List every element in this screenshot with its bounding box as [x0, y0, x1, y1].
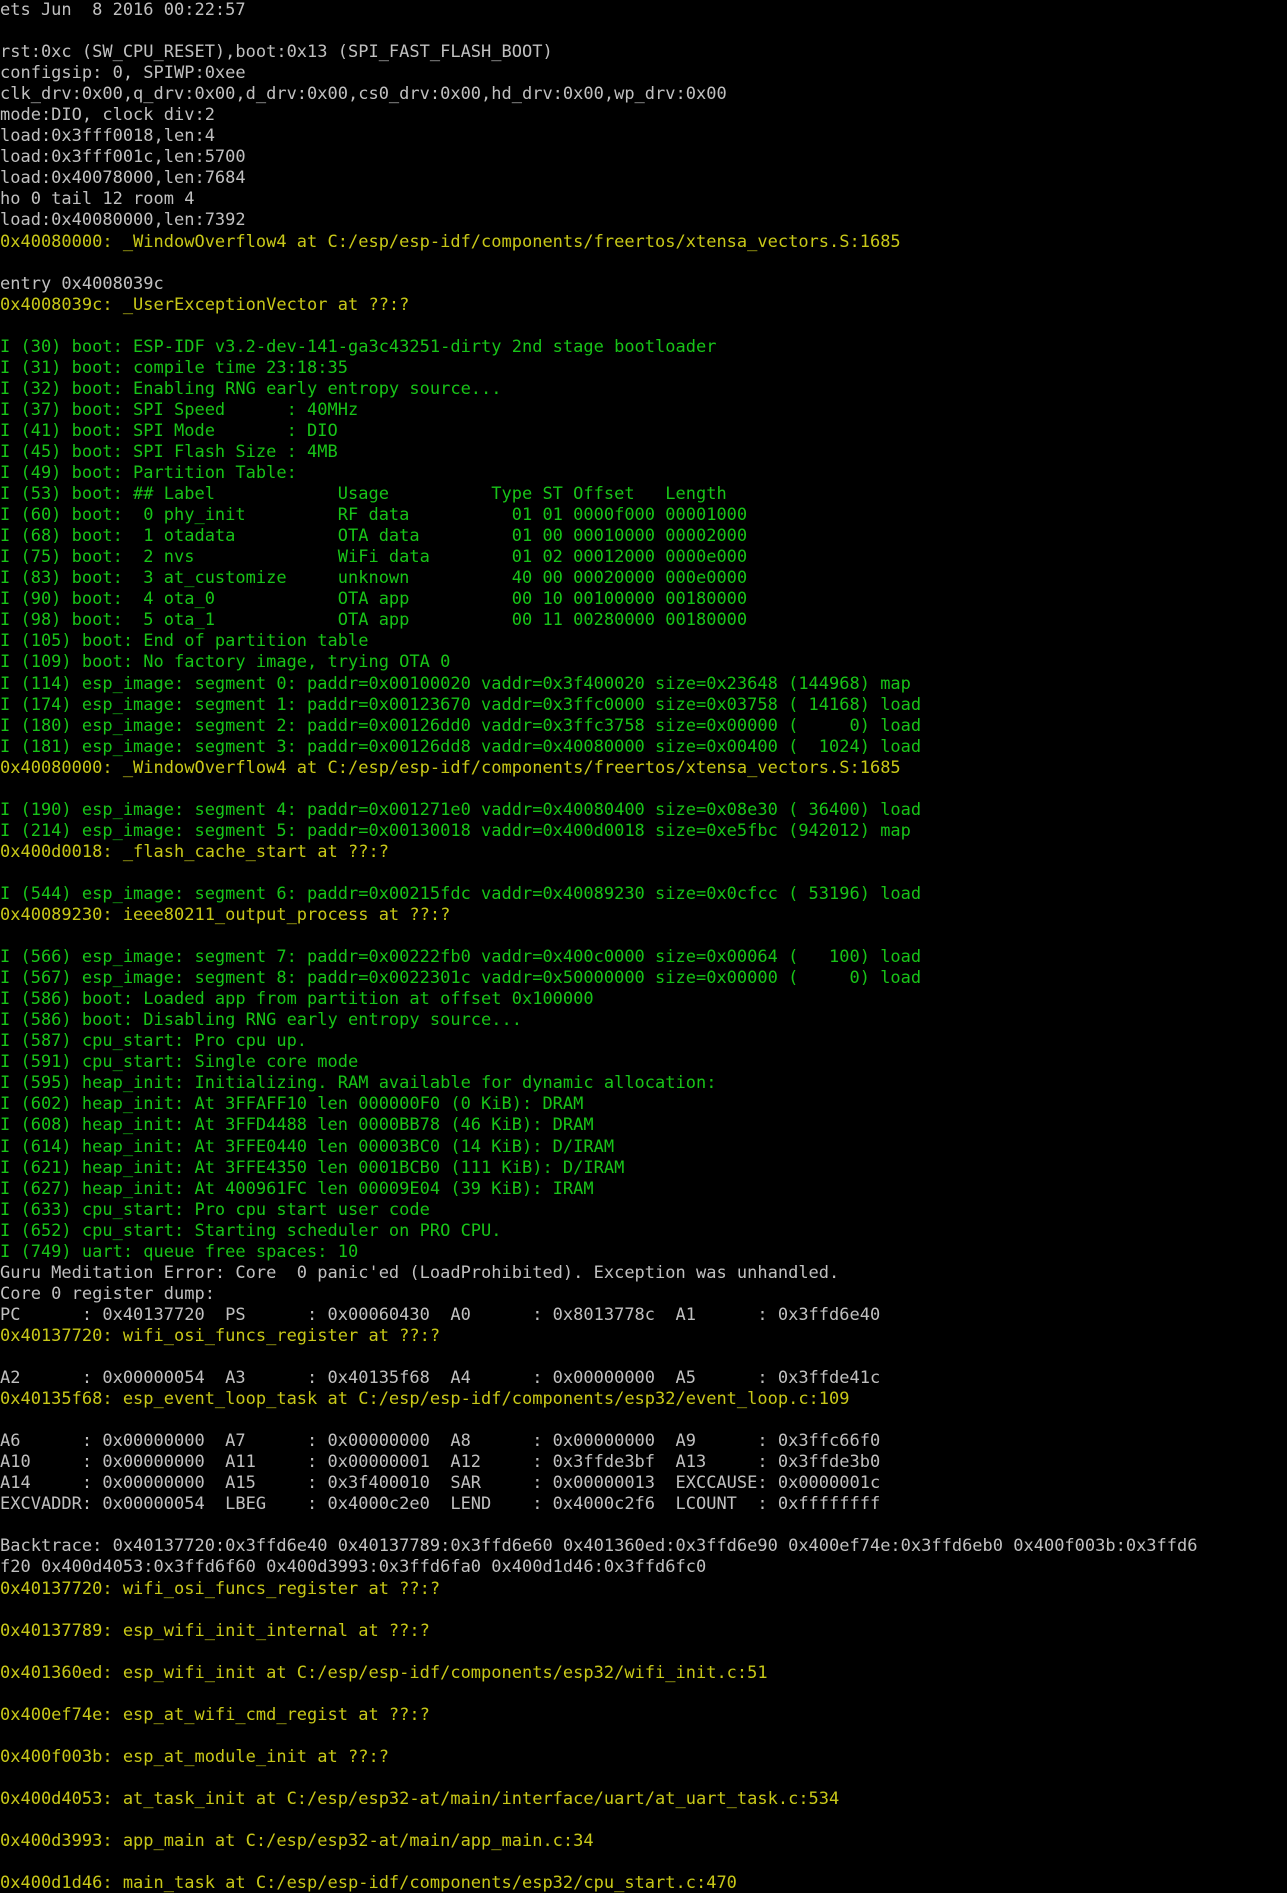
terminal-line: 0x40080000: _WindowOverflow4 at C:/esp/e…	[0, 757, 901, 778]
terminal-line: ets Jun 8 2016 00:22:57	[0, 0, 246, 20]
terminal-line: I (180) esp_image: segment 2: paddr=0x00…	[0, 715, 922, 736]
terminal-line: I (586) boot: Loaded app from partition …	[0, 989, 594, 1010]
terminal-line: I (109) boot: No factory image, trying O…	[0, 652, 451, 673]
terminal-line: 0x40137789: esp_wifi_init_internal at ??…	[0, 1620, 430, 1641]
terminal-line: I (75) boot: 2 nvs WiFi data 01 02 00012…	[0, 547, 748, 568]
terminal-line: 0x40089230: ieee80211_output_process at …	[0, 905, 451, 926]
terminal-line: I (181) esp_image: segment 3: paddr=0x00…	[0, 736, 922, 757]
terminal-line: 0x40137720: wifi_osi_funcs_register at ?…	[0, 1578, 441, 1599]
terminal-line: I (68) boot: 1 otadata OTA data 01 00 00…	[0, 526, 748, 547]
terminal-line: 0x401360ed: esp_wifi_init at C:/esp/esp-…	[0, 1662, 768, 1683]
terminal-line: mode:DIO, clock div:2	[0, 105, 215, 126]
terminal-line: Core 0 register dump:	[0, 1283, 215, 1304]
terminal-line: 0x400ef74e: esp_at_wifi_cmd_regist at ??…	[0, 1704, 430, 1725]
terminal-line: I (49) boot: Partition Table:	[0, 463, 297, 484]
terminal-line: I (174) esp_image: segment 1: paddr=0x00…	[0, 694, 922, 715]
terminal-line: I (602) heap_init: At 3FFAFF10 len 00000…	[0, 1094, 584, 1115]
terminal-line: load:0x3fff001c,len:5700	[0, 147, 246, 168]
terminal-line: I (114) esp_image: segment 0: paddr=0x00…	[0, 673, 911, 694]
terminal-line: A10 : 0x00000000 A11 : 0x00000001 A12 : …	[0, 1452, 881, 1473]
terminal-line: I (586) boot: Disabling RNG early entrop…	[0, 1010, 522, 1031]
terminal-line: Backtrace: 0x40137720:0x3ffd6e40 0x40137…	[0, 1536, 1198, 1557]
terminal-line: 0x400f003b: esp_at_module_init at ??:?	[0, 1746, 389, 1767]
terminal-line: 0x4008039c: _UserExceptionVector at ??:?	[0, 294, 410, 315]
terminal-line: 0x40080000: _WindowOverflow4 at C:/esp/e…	[0, 231, 901, 252]
terminal-line: I (105) boot: End of partition table	[0, 631, 369, 652]
terminal-line: configsip: 0, SPIWP:0xee	[0, 63, 246, 84]
terminal-line: rst:0xc (SW_CPU_RESET),boot:0x13 (SPI_FA…	[0, 42, 553, 63]
terminal-line: I (90) boot: 4 ota_0 OTA app 00 10 00100…	[0, 589, 748, 610]
terminal-line: load:0x3fff0018,len:4	[0, 126, 215, 147]
terminal-line: I (614) heap_init: At 3FFE0440 len 00003…	[0, 1136, 615, 1157]
terminal-line: A14 : 0x00000000 A15 : 0x3f400010 SAR : …	[0, 1473, 881, 1494]
terminal-line: I (190) esp_image: segment 4: paddr=0x00…	[0, 799, 922, 820]
terminal-line: I (544) esp_image: segment 6: paddr=0x00…	[0, 883, 922, 904]
terminal-line: I (214) esp_image: segment 5: paddr=0x00…	[0, 820, 911, 841]
terminal-line: I (37) boot: SPI Speed : 40MHz	[0, 399, 359, 420]
terminal-line: 0x400d0018: _flash_cache_start at ??:?	[0, 841, 389, 862]
terminal-line: ho 0 tail 12 room 4	[0, 189, 195, 210]
terminal-line: Guru Meditation Error: Core 0 panic'ed (…	[0, 1262, 840, 1283]
terminal-line: load:0x40078000,len:7684	[0, 168, 246, 189]
terminal-line: A2 : 0x00000054 A3 : 0x40135f68 A4 : 0x0…	[0, 1368, 881, 1389]
terminal-line: 0x400d1d46: main_task at C:/esp/esp-idf/…	[0, 1873, 737, 1893]
terminal-line: I (633) cpu_start: Pro cpu start user co…	[0, 1199, 430, 1220]
terminal-line: clk_drv:0x00,q_drv:0x00,d_drv:0x00,cs0_d…	[0, 84, 727, 105]
terminal-line: I (621) heap_init: At 3FFE4350 len 0001B…	[0, 1157, 625, 1178]
terminal-line: EXCVADDR: 0x00000054 LBEG : 0x4000c2e0 L…	[0, 1494, 881, 1515]
terminal-line: I (608) heap_init: At 3FFD4488 len 0000B…	[0, 1115, 594, 1136]
terminal-line: A6 : 0x00000000 A7 : 0x00000000 A8 : 0x0…	[0, 1431, 881, 1452]
terminal-line: I (652) cpu_start: Starting scheduler on…	[0, 1220, 502, 1241]
terminal-line: I (60) boot: 0 phy_init RF data 01 01 00…	[0, 505, 748, 526]
terminal-line: entry 0x4008039c	[0, 273, 164, 294]
terminal-line: I (591) cpu_start: Single core mode	[0, 1052, 359, 1073]
terminal-line: I (749) uart: queue free spaces: 10	[0, 1241, 359, 1262]
terminal-line: I (41) boot: SPI Mode : DIO	[0, 420, 338, 441]
terminal-line: I (30) boot: ESP-IDF v3.2-dev-141-ga3c43…	[0, 336, 717, 357]
terminal-line: 0x400d4053: at_task_init at C:/esp/esp32…	[0, 1788, 840, 1809]
terminal-line: 0x40135f68: esp_event_loop_task at C:/es…	[0, 1389, 850, 1410]
terminal-line: PC : 0x40137720 PS : 0x00060430 A0 : 0x8…	[0, 1304, 881, 1325]
terminal-line: I (98) boot: 5 ota_1 OTA app 00 11 00280…	[0, 610, 748, 631]
terminal-line: I (45) boot: SPI Flash Size : 4MB	[0, 441, 338, 462]
terminal-line: I (595) heap_init: Initializing. RAM ava…	[0, 1073, 717, 1094]
terminal-line: I (627) heap_init: At 400961FC len 00009…	[0, 1178, 594, 1199]
terminal-line: load:0x40080000,len:7392	[0, 210, 246, 231]
terminal-line: I (566) esp_image: segment 7: paddr=0x00…	[0, 947, 922, 968]
terminal-line: I (53) boot: ## Label Usage Type ST Offs…	[0, 484, 727, 505]
terminal-line: 0x400d3993: app_main at C:/esp/esp32-at/…	[0, 1831, 594, 1852]
terminal-line: 0x40137720: wifi_osi_funcs_register at ?…	[0, 1325, 441, 1346]
terminal-line: I (31) boot: compile time 23:18:35	[0, 357, 348, 378]
terminal-window[interactable]: ets Jun 8 2016 00:22:57 rst:0xc (SW_CPU_R…	[0, 0, 1287, 1893]
terminal-line: f20 0x400d4053:0x3ffd6f60 0x400d3993:0x3…	[0, 1557, 707, 1578]
terminal-line: I (567) esp_image: segment 8: paddr=0x00…	[0, 968, 922, 989]
terminal-line: I (587) cpu_start: Pro cpu up.	[0, 1031, 308, 1052]
terminal-line: I (83) boot: 3 at_customize unknown 40 0…	[0, 568, 748, 589]
terminal-line: I (32) boot: Enabling RNG early entropy …	[0, 378, 502, 399]
